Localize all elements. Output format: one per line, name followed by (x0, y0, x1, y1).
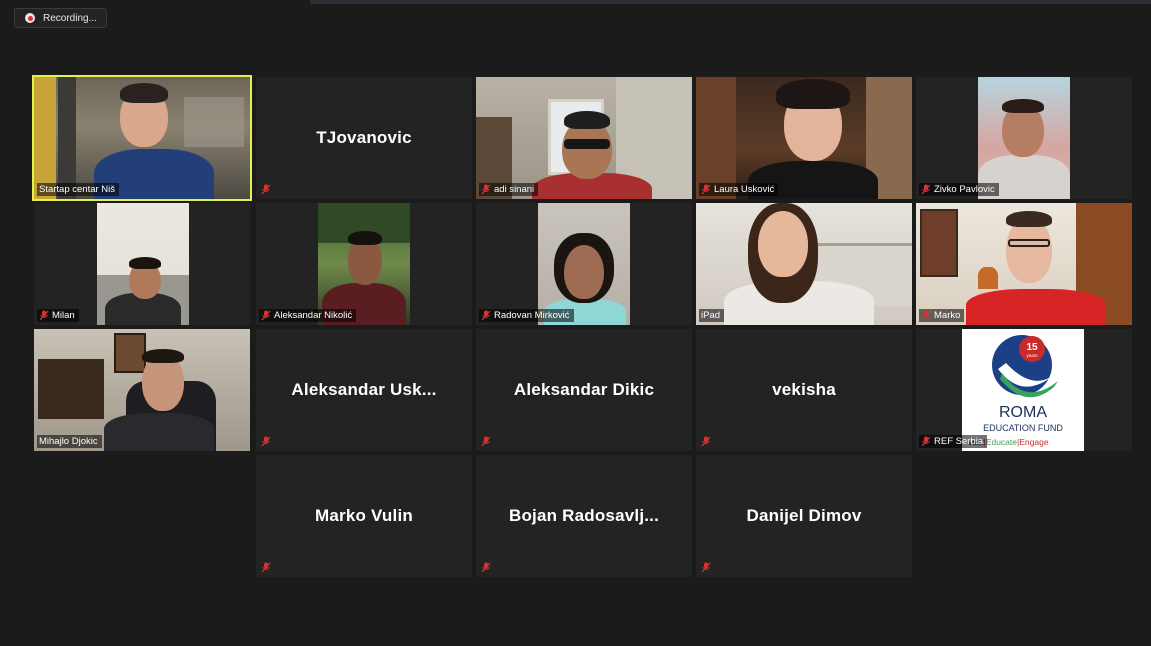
participant-title: Danijel Dimov (746, 506, 862, 525)
participant-video (696, 203, 912, 325)
participant-video (696, 77, 912, 199)
participant-nameplate (699, 435, 715, 448)
ref-tag-engage: Engage (1019, 437, 1049, 447)
ref-line2: EDUCATION FUND (983, 423, 1063, 433)
mic-muted-icon (701, 436, 711, 447)
mic-muted-icon (481, 562, 491, 573)
participant-name: adi sinani (494, 184, 535, 195)
participant-nameplate: Laura Usković (699, 183, 779, 196)
participant-nameplate (259, 561, 275, 574)
participant-nameplate (479, 561, 495, 574)
participant-nameplate: Zivko Pavlovic (919, 183, 999, 196)
ref-line1: ROMA (999, 404, 1047, 421)
participant-video (318, 203, 410, 325)
mic-muted-icon (481, 184, 491, 195)
participant-video (538, 203, 630, 325)
video-tile-radovan-mirkovic[interactable]: Radovan Mirković (476, 203, 692, 325)
video-tile-zivko-pavlovic[interactable]: Zivko Pavlovic (916, 77, 1132, 199)
participant-nameplate: adi sinani (479, 183, 539, 196)
mic-muted-icon (261, 562, 271, 573)
participant-nameplate (259, 435, 275, 448)
participant-name: REF Serbia (934, 436, 984, 447)
video-tile-vekisha[interactable]: vekisha (696, 329, 912, 451)
participant-video (476, 77, 692, 199)
participant-name: Radovan Mirković (494, 310, 570, 321)
participant-title: Bojan Radosavlj... (508, 506, 660, 525)
video-tile-aleksandar-nikolic[interactable]: Aleksandar Nikolić (256, 203, 472, 325)
mic-muted-icon (261, 436, 271, 447)
mic-muted-icon (921, 310, 931, 321)
video-tile-adi-sinani[interactable]: adi sinani (476, 77, 692, 199)
mic-muted-icon (481, 310, 491, 321)
participant-video (34, 329, 250, 451)
participant-video (916, 203, 1132, 325)
roma-education-fund-logo: 15 years ROMA EDUCATION FUND vest|Educat… (962, 329, 1084, 451)
video-tile-danijel-dimov[interactable]: Danijel Dimov (696, 455, 912, 577)
video-tile-ref-serbia[interactable]: 15 years ROMA EDUCATION FUND vest|Educat… (916, 329, 1132, 451)
participant-title: TJovanovic (316, 128, 412, 147)
participant-video (34, 77, 250, 199)
mic-muted-icon (481, 436, 491, 447)
mic-muted-icon (921, 184, 931, 195)
video-tile-aleksandar-dikic[interactable]: Aleksandar Dikic (476, 329, 692, 451)
mic-muted-icon (261, 184, 271, 195)
ref-years-number: 15 (1026, 342, 1038, 353)
video-tile-aleksandar-usk[interactable]: Aleksandar Usk... (256, 329, 472, 451)
participant-nameplate: Startap centar Niš (37, 183, 120, 196)
participant-title: Aleksandar Dikic (513, 380, 655, 399)
video-tile-marko[interactable]: Marko (916, 203, 1132, 325)
video-tile-tjovanovic[interactable]: TJovanovic (256, 77, 472, 199)
participant-nameplate: iPad (699, 309, 725, 322)
ref-tag-educate: Educate (986, 437, 1017, 447)
participant-name: Milan (52, 310, 75, 321)
ref-emblem-icon: 15 years ROMA EDUCATION FUND vest|Educat… (968, 335, 1063, 447)
participant-nameplate: Marko (919, 309, 965, 322)
participant-nameplate: Radovan Mirković (479, 309, 574, 322)
mic-muted-icon (701, 184, 711, 195)
participant-name: Mihajlo Djokic (39, 436, 98, 447)
mic-muted-icon (39, 310, 49, 321)
participant-nameplate (479, 435, 495, 448)
participant-name: Startap centar Niš (39, 184, 116, 195)
video-tile-startap-centar-nis[interactable]: Startap centar Niš (32, 75, 252, 201)
video-tile-mihajlo-djokic[interactable]: Mihajlo Djokic (34, 329, 250, 451)
meeting-gallery-view: Recording... Startap centar Niš TJovanov… (0, 0, 1151, 646)
participant-nameplate: Mihajlo Djokic (37, 435, 102, 448)
ref-years-word: years (1026, 353, 1038, 358)
video-tile-laura-uskovic[interactable]: Laura Usković (696, 77, 912, 199)
participant-title: Marko Vulin (315, 506, 413, 525)
participant-name: Marko (934, 310, 961, 321)
participant-name: Laura Usković (714, 184, 775, 195)
participant-nameplate: Aleksandar Nikolić (259, 309, 357, 322)
video-tile-bojan-radosavljevic[interactable]: Bojan Radosavlj... (476, 455, 692, 577)
recording-label: Recording... (43, 12, 97, 24)
participant-title: vekisha (772, 380, 836, 399)
mic-muted-icon (921, 436, 931, 447)
video-tile-ipad[interactable]: iPad (696, 203, 912, 325)
participant-nameplate: Milan (37, 309, 79, 322)
participant-name: iPad (701, 310, 721, 321)
participant-video (978, 77, 1070, 199)
participant-title: Aleksandar Usk... (291, 380, 437, 399)
participant-nameplate (699, 561, 715, 574)
video-tile-milan[interactable]: Milan (34, 203, 250, 325)
video-tile-marko-vulin[interactable]: Marko Vulin (256, 455, 472, 577)
participant-name: Aleksandar Nikolić (274, 310, 353, 321)
recording-dot-icon (25, 13, 35, 23)
participant-video (97, 203, 189, 325)
participant-nameplate (259, 183, 275, 196)
mic-muted-icon (261, 310, 271, 321)
mic-muted-icon (701, 562, 711, 573)
top-window-strip (310, 0, 1151, 4)
recording-indicator[interactable]: Recording... (14, 8, 107, 28)
participant-name: Zivko Pavlovic (934, 184, 995, 195)
participant-nameplate: REF Serbia (919, 435, 988, 448)
